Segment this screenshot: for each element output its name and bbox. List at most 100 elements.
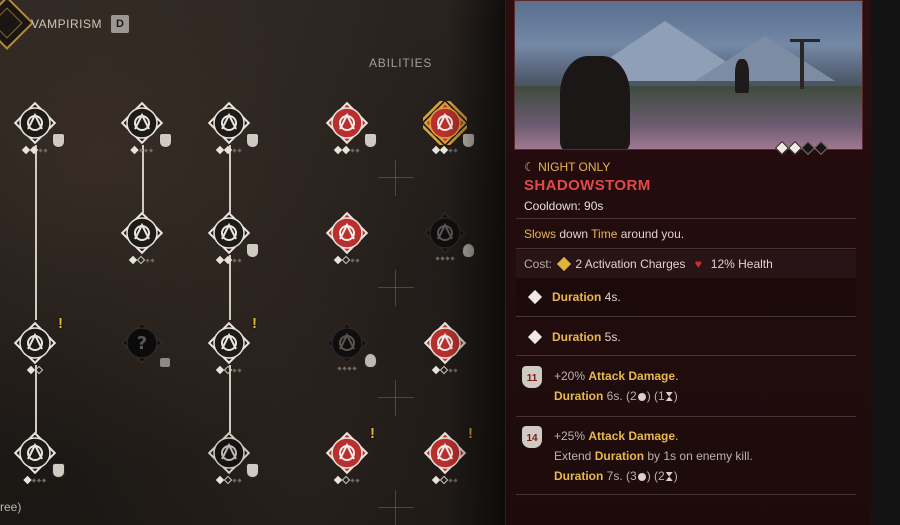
- rank-pip: [41, 477, 47, 483]
- rank-pip: [150, 257, 155, 263]
- grid-marker: [378, 160, 414, 196]
- ability-node-claw-marks[interactable]: !: [13, 315, 63, 375]
- vampirism-emblem-icon: [0, 0, 34, 50]
- fangs-icon: [13, 101, 57, 145]
- claw-cost-icon: [364, 133, 377, 148]
- rank-pip: [237, 477, 242, 483]
- stat-label: Duration: [552, 330, 602, 344]
- rank-pips: [215, 255, 242, 265]
- ability-node-demon-face[interactable]: !: [325, 425, 375, 485]
- beast-claw-icon: [207, 431, 251, 475]
- rank-diamond: [813, 140, 829, 156]
- claw-cost-icon: [159, 133, 172, 148]
- ability-node-wolf-head[interactable]: [325, 211, 369, 265]
- ability-node-claw-strike[interactable]: !: [207, 315, 257, 375]
- eye-icon: [120, 101, 164, 145]
- ability-node-slash[interactable]: [207, 211, 259, 265]
- rank-pips: [21, 145, 48, 155]
- ability-preview-image: [514, 0, 863, 150]
- alert-icon: !: [58, 315, 63, 332]
- rank-pip: [237, 367, 242, 373]
- tier-duration-value: 6s.: [603, 389, 627, 403]
- charge-icon: [637, 393, 646, 401]
- demon-face-icon: [325, 431, 369, 475]
- claw-strike-icon: [207, 321, 251, 365]
- ability-node-howl[interactable]: [325, 101, 377, 155]
- rank-pip: [347, 366, 352, 371]
- rank-stat-row: Duration 4s.: [516, 278, 856, 315]
- rank-pip: [355, 257, 360, 263]
- ability-cost: Cost: 2 Activation Charges ♥ 12% Health: [516, 250, 856, 278]
- rank-pips: [337, 366, 357, 371]
- wolf-head-icon: [325, 211, 369, 255]
- tier-extend-prefix: Extend: [554, 449, 595, 463]
- skull-cost-icon: [364, 353, 377, 368]
- vortex-icon: [325, 321, 369, 365]
- rank-pips: [215, 365, 242, 375]
- ability-node-beast-claw[interactable]: [207, 431, 259, 485]
- ability-cooldown: Cooldown: 90s: [524, 199, 604, 213]
- desc-text: down: [556, 227, 592, 241]
- rank-pips: [23, 475, 47, 485]
- rank-pip: [237, 147, 242, 153]
- rank-pips: [130, 145, 154, 155]
- rank-pip: [34, 365, 44, 375]
- keyword-slows: Slows: [524, 227, 557, 241]
- hotkey-badge: D: [111, 15, 129, 33]
- tier-prefix: +25%: [554, 429, 589, 443]
- tree-connector: [35, 365, 37, 433]
- tier-stat-label: Attack Damage: [588, 429, 676, 443]
- grid-marker: [378, 490, 414, 525]
- blood-heart-icon: ♥: [694, 257, 702, 271]
- rank-pip: [355, 477, 360, 483]
- rank-diamond-icon: [527, 289, 543, 305]
- alert-icon: !: [370, 425, 375, 442]
- rank-pips: [26, 365, 44, 375]
- screen-edge: [871, 0, 900, 525]
- rank-pip: [337, 366, 342, 371]
- tier-extra: ): [673, 389, 678, 403]
- ability-node-vortex[interactable]: [325, 321, 377, 371]
- ability-node-blood-drops[interactable]: [207, 101, 259, 155]
- grid-marker: [378, 380, 414, 416]
- rank-indicator: [774, 140, 829, 156]
- howl-icon: [325, 101, 369, 145]
- skill-tree-panel: VAMPIRISM D ABILITIES !?!!! ree): [0, 0, 505, 525]
- claw-marks-icon: [13, 321, 57, 365]
- claw-cost-icon: [246, 133, 259, 148]
- ability-node-bat-swarm[interactable]: [120, 211, 164, 265]
- cost-health: 12% Health: [710, 257, 773, 271]
- ability-node-fangs[interactable]: [13, 101, 65, 155]
- stat-value: 4s.: [601, 290, 621, 304]
- rank-pips: [128, 255, 155, 265]
- tier-stat-label: Attack Damage: [588, 369, 676, 383]
- night-only-tag: ☾ NIGHT ONLY: [524, 160, 610, 174]
- tree-connector: [142, 145, 144, 213]
- rank-pips: [333, 475, 360, 485]
- tier-duration-label: Duration: [554, 469, 604, 483]
- alert-icon: !: [252, 315, 257, 332]
- tier-extra: (2: [626, 389, 637, 403]
- svg-text:?: ?: [137, 333, 147, 354]
- rank-pip: [43, 147, 48, 153]
- ability-node-unknown[interactable]: ?: [120, 321, 170, 367]
- rank-pips: [215, 475, 242, 485]
- tier-extra: (3: [626, 469, 637, 483]
- claw-cost-icon: [52, 463, 65, 478]
- bat-swarm-icon: [120, 211, 164, 255]
- cost-label: Cost:: [524, 257, 553, 271]
- ability-node-blood-drop[interactable]: [13, 431, 65, 485]
- blood-drops-icon: [207, 101, 251, 145]
- tier-prefix: +20%: [554, 369, 589, 383]
- rank-pip: [352, 366, 357, 371]
- ability-node-eye[interactable]: [120, 101, 172, 155]
- lock-icon: [160, 358, 170, 367]
- ability-name: SHADOWSTORM: [524, 177, 651, 194]
- tier-extra: ) (2: [646, 469, 665, 483]
- category-title: VAMPIRISM: [31, 17, 102, 31]
- blood-drop-icon: [13, 431, 57, 475]
- tier-extra: ) (1: [646, 389, 665, 403]
- claw-cost-icon: [246, 463, 259, 478]
- upgrade-tier-row: 11 +20% Attack Damage. Duration 6s. (2) …: [516, 358, 856, 416]
- ability-detail-panel: ☾ NIGHT ONLY SHADOWSTORM Cooldown: 90s S…: [505, 0, 871, 525]
